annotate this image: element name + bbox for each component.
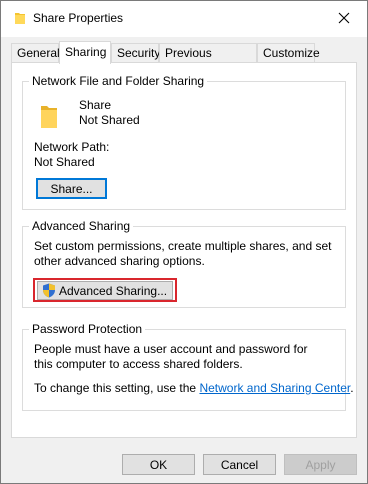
cancel-button[interactable]: Cancel: [203, 454, 276, 475]
close-button[interactable]: [321, 1, 367, 35]
window-title: Share Properties: [33, 11, 124, 25]
uac-shield-icon: [43, 283, 55, 298]
tab-sharing[interactable]: Sharing: [59, 41, 111, 64]
ok-button[interactable]: OK: [122, 454, 195, 475]
network-path-value: Not Shared: [34, 155, 95, 169]
tab-label: Security: [117, 46, 161, 60]
folder-icon: [15, 13, 25, 24]
tab-previous-versions[interactable]: Previous Versions: [159, 43, 257, 78]
cancel-button-label: Cancel: [220, 457, 259, 472]
tab-strip: General Sharing Security Previous Versio…: [11, 41, 357, 78]
password-protection-group: Password Protection People must have a u…: [22, 322, 354, 411]
tab-security[interactable]: Security: [111, 43, 161, 62]
password-protection-description: People must have a user account and pass…: [34, 342, 308, 371]
change-setting-prefix: To change this setting, use the: [34, 381, 200, 395]
network-sharing-group: Network File and Folder Sharing Share No…: [22, 74, 346, 210]
change-setting-text: To change this setting, use the Network …: [34, 381, 354, 395]
advanced-sharing-group: Advanced Sharing Set custom permissions,…: [22, 219, 346, 308]
network-path-label: Network Path:: [34, 140, 110, 154]
close-icon: [338, 12, 350, 24]
folder-share-status: Not Shared: [79, 113, 140, 127]
ok-button-label: OK: [149, 457, 168, 472]
group-label: Network File and Folder Sharing: [29, 74, 208, 88]
tab-label: Customize: [263, 46, 320, 60]
tab-label: Sharing: [65, 45, 107, 59]
folder-icon: [41, 106, 57, 128]
network-sharing-center-link[interactable]: Network and Sharing Center: [199, 381, 350, 395]
tab-general[interactable]: General: [11, 43, 60, 62]
advanced-sharing-button-label: Advanced Sharing...: [59, 283, 168, 298]
advanced-sharing-description: Set custom permissions, create multiple …: [34, 239, 332, 268]
advanced-sharing-button[interactable]: Advanced Sharing...: [37, 281, 173, 300]
tab-label: General: [17, 46, 60, 60]
change-setting-suffix: .: [350, 381, 354, 395]
apply-button[interactable]: Apply: [284, 454, 357, 475]
properties-dialog: Share Properties General Sharing Securit…: [0, 0, 368, 484]
share-button[interactable]: Share...: [36, 178, 107, 199]
title-bar: Share Properties: [1, 1, 367, 37]
share-button-label: Share...: [50, 181, 93, 196]
group-label: Password Protection: [29, 322, 146, 336]
folder-name: Share: [79, 98, 112, 112]
apply-button-label: Apply: [305, 457, 336, 472]
sharing-tab-panel: Network File and Folder Sharing Share No…: [11, 62, 357, 438]
group-label: Advanced Sharing: [29, 219, 134, 233]
tab-customize[interactable]: Customize: [257, 43, 320, 62]
